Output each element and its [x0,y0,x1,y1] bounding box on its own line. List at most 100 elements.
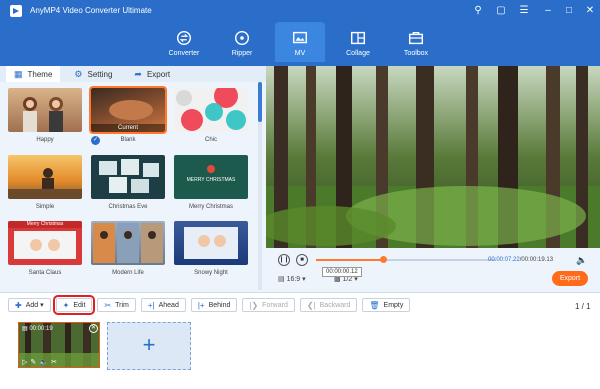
aspect-value: 16:9 [286,276,301,283]
volume-icon[interactable]: 🔈 [576,255,587,266]
empty-button[interactable]: 🗑 Empty [362,298,411,312]
backward-icon: ❮| [306,300,316,310]
converter-icon [176,30,192,46]
theme-chic-label: Chic [204,137,217,143]
nav-ripper[interactable]: Ripper [213,22,271,62]
theme-happy-thumb[interactable] [8,88,82,132]
theme-simple-label: Simple [35,204,55,210]
video-preview[interactable] [266,66,600,248]
add-button[interactable]: ✚ Add ▾ [8,298,51,312]
clip-duration: ▤ 00:00:19 [22,325,53,332]
theme-snowy-night-label: Snowy Night [194,270,228,276]
theme-snowy-night-thumb[interactable] [174,221,248,265]
add-clip-slot[interactable]: + [107,322,191,370]
edit-clip-icon[interactable]: ✎ [30,359,39,366]
behind-label: Behind [208,301,231,309]
simple-thumb-image [8,168,82,199]
ahead-label: Ahead [158,301,179,309]
tab-setting[interactable]: ⚙ Setting [66,66,120,82]
section-divider [0,292,600,293]
theme-blank-thumb[interactable]: Current [89,86,167,134]
edit-button[interactable]: ✦ Edit [52,295,96,315]
aspect-ratio-select[interactable]: ▤ 16:9 ▾ [278,275,306,283]
stop-button[interactable]: ■ [296,254,308,266]
total-time: 00:00:19.13 [521,257,554,263]
gear-icon: ⚙ [74,68,83,79]
theme-simple-thumb[interactable] [8,155,82,199]
minimize-button[interactable]: – [540,3,556,19]
clip-duration-text: 00:00:19 [29,326,53,332]
ripper-icon [234,30,250,46]
forward-button[interactable]: |❯ Forward [242,298,295,312]
timeline-clip[interactable]: ▤ 00:00:19 ✕ ▷✎🔈✂ [18,322,100,368]
modern-life-thumb-image [93,223,163,263]
scale-value: 1/2 [342,276,353,283]
app-title: AnyMP4 Video Converter Ultimate [30,6,152,15]
app-logo [10,5,22,17]
nav-mv[interactable]: MV [275,22,325,62]
tab-theme[interactable]: ▦ Theme [6,66,61,82]
chat-icon[interactable]: ▢ [493,3,509,19]
tab-export[interactable]: ➦ Export [126,66,178,82]
trim-label: Trim [115,301,129,309]
time-tooltip: 00:00:00.12 [322,267,362,277]
empty-label: Empty [383,301,404,309]
add-clip-icon: + [142,332,156,357]
theme-chic-thumb[interactable] [174,88,248,132]
theme-modern-life-thumb[interactable] [91,221,165,265]
main-nav: Converter Ripper MV Collage Toolbox [155,22,445,62]
menu-icon[interactable]: ☰ [516,3,532,19]
theme-christmas-eve-thumb[interactable] [91,155,165,199]
clip-actions: ▷✎🔈✂ [22,358,60,366]
clip-remove-icon[interactable]: ✕ [89,324,98,333]
theme-scrollbar-thumb[interactable] [258,82,262,122]
chic-thumb-image [176,88,246,131]
maximize-button[interactable]: □ [561,3,577,19]
santa-claus-card-text: Merry Christmas [26,221,64,227]
theme-panel: ▦ Theme ⚙ Setting ➦ Export Happy Current… [0,66,266,292]
theme-christmas-eve-label: Christmas Eve [108,204,148,210]
current-time: 00:00:07.22 [488,257,520,263]
backward-button[interactable]: ❮| Backward [299,298,358,312]
nav-collage[interactable]: Collage [329,22,387,62]
behind-button[interactable]: |+ Behind [190,298,238,312]
nav-toolbox[interactable]: Toolbox [387,22,445,62]
ahead-button[interactable]: +| Ahead [140,298,186,312]
tab-theme-label: Theme [27,69,53,79]
merry-christmas-ornament-icon [207,165,215,173]
clip-toolbar: ✚ Add ▾ ✦ Edit ✂ Trim +| Ahead |+ Behind |❯ Fo… [8,295,415,315]
progress-knob[interactable] [380,256,387,263]
ahead-icon: +| [147,300,155,310]
forward-icon: |❯ [249,300,259,310]
tab-export-label: Export [146,69,171,79]
export-icon: ➦ [134,68,142,79]
pause-button[interactable]: ❙❙ [278,254,290,266]
trash-icon: 🗑 [369,300,380,310]
progress-fill [316,259,382,261]
close-button[interactable]: ✕ [582,3,598,19]
plus-icon: ✚ [15,300,22,310]
audio-icon[interactable]: 🔈 [39,359,51,366]
aspect-icon: ▤ [278,276,285,283]
happy-thumb-image [23,97,63,132]
theme-merry-christmas-thumb[interactable]: MERRY CHRISTMAS [174,155,248,199]
nav-collage-label: Collage [346,50,370,57]
cut-icon[interactable]: ✂ [51,359,60,366]
page-indicator: 1 / 1 [575,302,591,311]
player-controls: ❙❙ ■ 00:00:07.22/00:00:19.13 🔈 ▤ 16:9 ▾ … [266,248,600,292]
backward-label: Backward [319,301,351,309]
title-bar: AnyMP4 Video Converter Ultimate ⚲ ▢ ☰ – … [0,0,600,66]
collage-icon [350,31,366,45]
trim-button[interactable]: ✂ Trim [97,298,136,312]
nav-mv-label: MV [294,50,306,57]
export-button[interactable]: Export [552,271,588,286]
key-icon[interactable]: ⚲ [470,3,486,19]
theme-santa-claus-thumb[interactable]: Merry Christmas [8,221,82,265]
nav-converter[interactable]: Converter [155,22,213,62]
scissors-icon: ✂ [104,300,112,310]
santa-claus-thumb-image [8,221,82,259]
theme-happy-label: Happy [36,137,54,143]
snowy-night-thumb-image [184,227,238,259]
theme-merry-christmas-label: Merry Christmas [188,204,233,210]
theme-icon: ▦ [14,68,23,79]
